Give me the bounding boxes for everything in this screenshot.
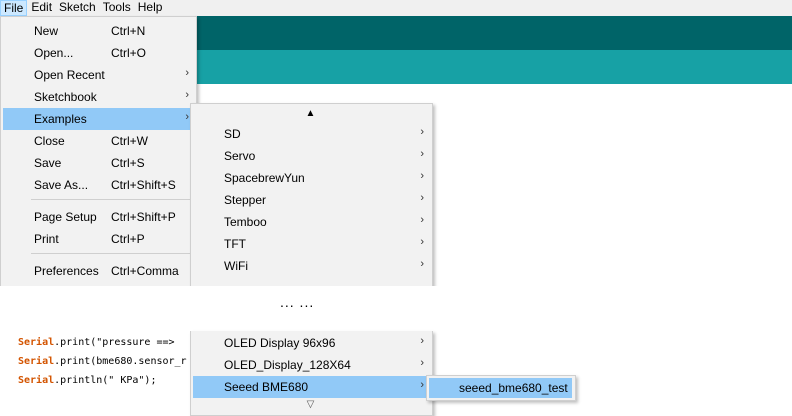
menu-file[interactable]: File bbox=[0, 0, 28, 16]
chevron-right-icon: › bbox=[420, 357, 424, 369]
chevron-right-icon: › bbox=[420, 236, 424, 248]
examples-item-temboo[interactable]: Temboo › bbox=[193, 211, 429, 233]
chevron-right-icon: › bbox=[420, 335, 424, 347]
examples-menu-bottom: OLED Display 96x96 › OLED_Display_128X64 ›… bbox=[190, 331, 433, 416]
scroll-up-icon[interactable]: ▲ bbox=[191, 108, 430, 119]
menu-item-sketchbook[interactable]: Sketchbook › bbox=[3, 86, 193, 108]
menu-item-page-setup[interactable]: Page Setup Ctrl+Shift+P bbox=[3, 206, 193, 228]
chevron-right-icon: › bbox=[420, 258, 424, 270]
chevron-right-icon: › bbox=[420, 379, 424, 391]
chevron-right-icon: › bbox=[185, 67, 189, 79]
code-line: Serial.println(" KPa"); bbox=[18, 375, 157, 386]
examples-item-spacebrewyun[interactable]: SpacebrewYun › bbox=[193, 167, 429, 189]
chevron-right-icon: › bbox=[420, 126, 424, 138]
examples-item-sd[interactable]: SD › bbox=[193, 123, 429, 145]
bme680-submenu: seeed_bme680_test bbox=[426, 375, 576, 401]
crop-gap: ... ... bbox=[0, 286, 792, 331]
chevron-right-icon: › bbox=[420, 192, 424, 204]
menu-help[interactable]: Help bbox=[135, 0, 166, 16]
scroll-down-icon[interactable]: ▽ bbox=[191, 399, 430, 410]
examples-item-wifi[interactable]: WiFi › bbox=[193, 255, 429, 277]
menu-item-preferences[interactable]: Preferences Ctrl+Comma bbox=[3, 260, 193, 282]
menu-separator bbox=[31, 199, 193, 200]
examples-item-oled-96x96[interactable]: OLED Display 96x96 › bbox=[193, 332, 429, 354]
examples-menu: ▲ SD › Servo › SpacebrewYun › Stepper › Temb… bbox=[190, 103, 433, 287]
examples-item-tft[interactable]: TFT › bbox=[193, 233, 429, 255]
chevron-right-icon: › bbox=[420, 170, 424, 182]
chevron-right-icon: › bbox=[185, 111, 189, 123]
menu-item-print[interactable]: Print Ctrl+P bbox=[3, 228, 193, 250]
examples-item-stepper[interactable]: Stepper › bbox=[193, 189, 429, 211]
examples-item-servo[interactable]: Servo › bbox=[193, 145, 429, 167]
chevron-right-icon: › bbox=[420, 214, 424, 226]
chevron-right-icon: › bbox=[420, 148, 424, 160]
menu-tools[interactable]: Tools bbox=[100, 0, 134, 16]
examples-item-seeed-bme680[interactable]: Seeed BME680 › bbox=[193, 376, 429, 398]
file-menu: New Ctrl+N Open... Ctrl+O Open Recent › Ske… bbox=[0, 16, 197, 288]
code-line: Serial.print(bme680.sensor_r bbox=[18, 356, 187, 367]
menu-separator bbox=[31, 253, 193, 254]
menu-sketch[interactable]: Sketch bbox=[56, 0, 99, 16]
menu-item-open-recent[interactable]: Open Recent › bbox=[3, 64, 193, 86]
code-line: Serial.print("pressure ==> bbox=[18, 337, 175, 348]
menu-item-examples[interactable]: Examples › bbox=[3, 108, 193, 130]
menu-bar: File Edit Sketch Tools Help bbox=[0, 0, 792, 16]
menu-item-close[interactable]: Close Ctrl+W bbox=[3, 130, 193, 152]
examples-item-oled-128x64[interactable]: OLED_Display_128X64 › bbox=[193, 354, 429, 376]
ellipsis-text: ... ... bbox=[280, 294, 315, 310]
menu-item-open[interactable]: Open... Ctrl+O bbox=[3, 42, 193, 64]
chevron-right-icon: › bbox=[185, 89, 189, 101]
menu-item-save-as[interactable]: Save As... Ctrl+Shift+S bbox=[3, 174, 193, 196]
menu-item-save[interactable]: Save Ctrl+S bbox=[3, 152, 193, 174]
menu-item-new[interactable]: New Ctrl+N bbox=[3, 20, 193, 42]
menu-edit[interactable]: Edit bbox=[28, 0, 55, 16]
submenu-item-seeed-bme680-test[interactable]: seeed_bme680_test bbox=[429, 378, 572, 398]
